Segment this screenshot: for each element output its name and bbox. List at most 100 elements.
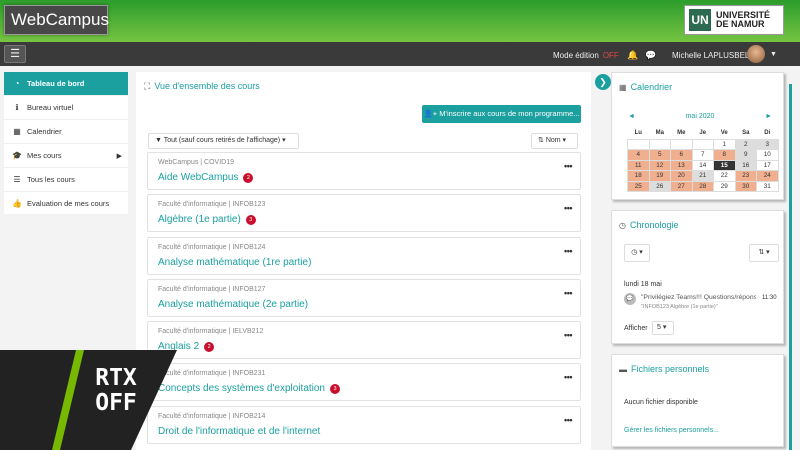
more-options-icon[interactable]: •••: [564, 330, 572, 340]
calendar-day: [627, 138, 650, 150]
caret-down-icon[interactable]: ▼: [770, 51, 777, 58]
avatar[interactable]: [747, 45, 765, 63]
course-name[interactable]: Analyse mathématique (1re partie): [158, 257, 311, 268]
calendar-day[interactable]: 3: [756, 138, 779, 150]
calendar-day[interactable]: 7: [691, 149, 714, 161]
calendar-day[interactable]: 26: [648, 180, 671, 192]
sidebar-item-virtual-desk[interactable]: ℹ Bureau virtuel: [4, 96, 128, 120]
calendar-day[interactable]: 23: [734, 170, 757, 182]
course-name[interactable]: Aide WebCampus: [158, 172, 238, 183]
course-name[interactable]: Droit de l'informatique et de l'internet: [158, 426, 320, 437]
calendar-day[interactable]: 16: [734, 159, 757, 171]
university-logo[interactable]: UN UNIVERSITÉ DE NAMUR: [684, 5, 784, 35]
timeline-range-dropdown[interactable]: ◷ ▾: [624, 244, 650, 262]
course-card[interactable]: Faculté d'informatique | IELVB212 Anglai…: [147, 321, 581, 359]
course-category: WebCampus | COVID19: [158, 159, 234, 166]
sidebar-item-calendar[interactable]: ▦ Calendrier: [4, 120, 128, 144]
weekday-label: Ve: [720, 130, 728, 137]
calendar-day[interactable]: 14: [691, 159, 714, 171]
course-card[interactable]: Faculté d'informatique | INFOB123 Algèbr…: [147, 194, 581, 232]
calendar-day[interactable]: 19: [648, 170, 671, 182]
page-scrollbar[interactable]: [789, 84, 792, 450]
course-name[interactable]: Algèbre (1e partie): [158, 214, 241, 225]
calendar-day[interactable]: 22: [713, 170, 736, 182]
calendar-day[interactable]: 30: [734, 180, 757, 192]
enroll-button[interactable]: 👤+ M'inscrire aux cours de mon programme…: [422, 105, 581, 123]
calendar-day[interactable]: 10: [756, 149, 779, 161]
calendar-day[interactable]: 18: [627, 170, 650, 182]
bell-icon[interactable]: 🔔: [627, 50, 638, 61]
timeline-date: lundi 18 mai: [624, 281, 662, 288]
binoculars-icon: ⛶: [144, 81, 151, 91]
no-files-text: Aucun fichier disponible: [624, 399, 698, 406]
more-options-icon[interactable]: •••: [564, 161, 572, 171]
sidebar-item-label: Evaluation de mes cours: [27, 199, 110, 208]
sidebar-item-all-courses[interactable]: ☰ Tous les cours: [4, 168, 128, 192]
chat-icon[interactable]: 💬: [645, 50, 656, 61]
calendar-day[interactable]: 17: [756, 159, 779, 171]
course-card[interactable]: Faculté d'informatique | INFOB231 Concep…: [147, 363, 581, 401]
more-options-icon[interactable]: •••: [564, 288, 572, 298]
course-card[interactable]: Faculté d'informatique | INFOB127 Analys…: [147, 279, 581, 317]
calendar-day[interactable]: 27: [670, 180, 693, 192]
timeline-event-link[interactable]: "Privilégiez Teams!!! Questions/réponses…: [641, 294, 756, 301]
calendar-day[interactable]: 9: [734, 149, 757, 161]
more-options-icon[interactable]: •••: [564, 203, 572, 213]
calendar-day[interactable]: 20: [670, 170, 693, 182]
calendar-today[interactable]: 15: [713, 159, 736, 171]
more-options-icon[interactable]: •••: [564, 415, 572, 425]
course-category: Faculté d'informatique | IELVB212: [158, 328, 264, 335]
calendar-day[interactable]: 6: [670, 149, 693, 161]
calendar-day[interactable]: 1: [713, 138, 736, 150]
calendar-day[interactable]: 24: [756, 170, 779, 182]
month-label[interactable]: mai 2020: [628, 113, 772, 120]
calendar-grid: Lu Ma Me Je Ve Sa Di 1 2 3 4 5 6 7 8 9 1…: [627, 128, 779, 192]
more-options-icon[interactable]: •••: [564, 372, 572, 382]
calendar-day[interactable]: 4: [627, 149, 650, 161]
edit-mode-state: OFF: [602, 51, 619, 60]
sidebar-item-my-courses[interactable]: 🎓 Mes cours ▶: [4, 144, 128, 168]
calendar-day[interactable]: 12: [648, 159, 671, 171]
course-card[interactable]: Faculté d'informatique | INFOB214 Droit …: [147, 406, 581, 444]
edit-mode-label: Mode édition: [553, 51, 599, 60]
calendar-day[interactable]: 25: [627, 180, 650, 192]
calendar-day[interactable]: 13: [670, 159, 693, 171]
calendar-day[interactable]: 21: [691, 170, 714, 182]
calendar-day[interactable]: 29: [713, 180, 736, 192]
course-card[interactable]: WebCampus | COVID19 Aide WebCampus 2 •••: [147, 152, 581, 190]
course-card[interactable]: Faculté d'informatique | INFOB124 Analys…: [147, 237, 581, 275]
filter-dropdown[interactable]: ▼ Tout (sauf cours retirés de l'affichag…: [148, 133, 299, 149]
block-title: ▬ Fichiers personnels: [619, 364, 710, 374]
clock-icon: ◷: [631, 249, 638, 256]
edit-mode-toggle[interactable]: Mode édition OFF: [553, 51, 619, 60]
course-name[interactable]: Concepts des systèmes d'exploitation: [158, 383, 325, 394]
sort-dropdown[interactable]: ⇅ Nom ▾: [531, 133, 578, 149]
sidebar-item-dashboard[interactable]: ◔ Tableau de bord: [4, 72, 128, 96]
notification-badge: 3: [245, 214, 256, 225]
weekday-label: Je: [699, 130, 707, 137]
calendar-day[interactable]: 2: [734, 138, 757, 150]
calendar-icon: ▦: [619, 83, 627, 92]
manage-files-link[interactable]: Gérer les fichiers personnels...: [624, 427, 719, 434]
calendar-day[interactable]: 5: [648, 149, 671, 161]
more-options-icon[interactable]: •••: [564, 246, 572, 256]
university-line-2: DE NAMUR: [716, 19, 765, 29]
calendar-day[interactable]: 31: [756, 180, 779, 192]
calendar-day[interactable]: 8: [713, 149, 736, 161]
sidebar-item-label: Bureau virtuel: [27, 103, 74, 112]
course-category: Faculté d'informatique | INFOB124: [158, 244, 266, 251]
forum-icon: 💬: [624, 293, 636, 305]
timeline-sort-dropdown[interactable]: ⇅ ▾: [749, 244, 779, 262]
dashboard-icon: ◔: [14, 79, 20, 88]
menu-toggle-button[interactable]: ☰: [4, 45, 26, 63]
sidebar-item-label: Tous les cours: [27, 175, 75, 184]
sort-icon: ⇅: [538, 137, 546, 144]
course-name[interactable]: Analyse mathématique (2e partie): [158, 299, 308, 310]
weekday-label: Ma: [655, 130, 664, 137]
sidebar-item-course-evaluation[interactable]: 👍 Evaluation de mes cours: [4, 192, 128, 216]
next-month-link[interactable]: ►: [765, 113, 772, 120]
calendar-day[interactable]: 11: [627, 159, 650, 171]
calendar-day[interactable]: 28: [691, 180, 714, 192]
show-count-dropdown[interactable]: 5 ▾: [652, 321, 674, 335]
webcampus-logo[interactable]: WebCampus: [4, 5, 109, 35]
